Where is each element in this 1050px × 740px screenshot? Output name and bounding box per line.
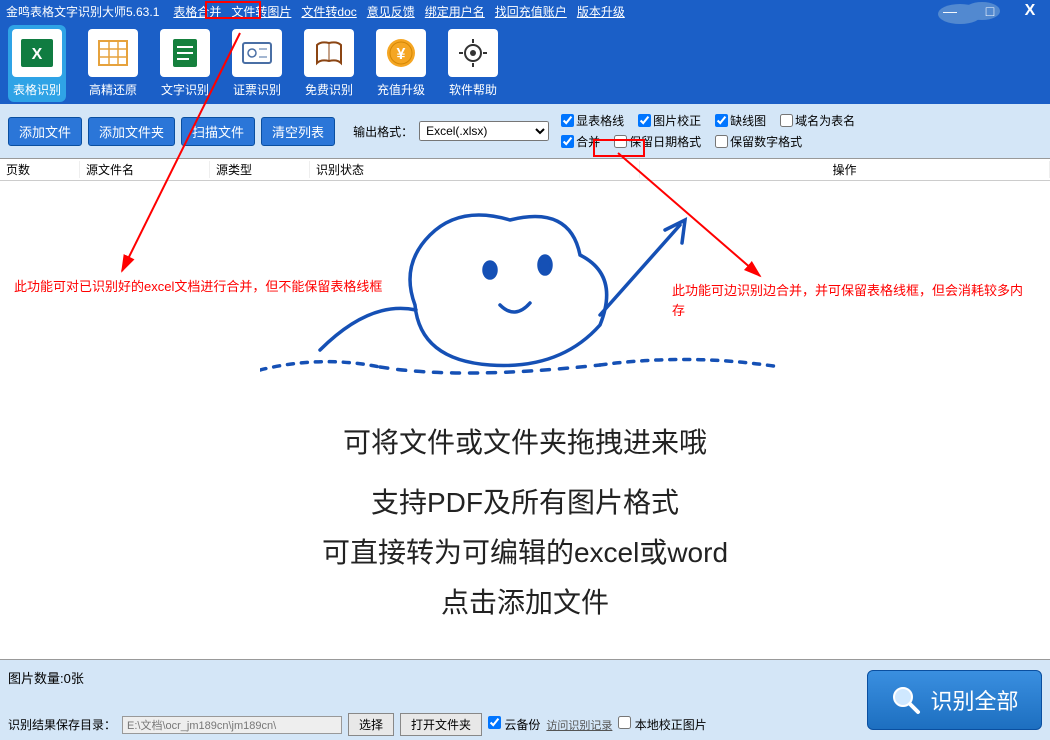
- col-pages: 页数: [0, 161, 80, 178]
- add-file-button[interactable]: 添加文件: [8, 117, 82, 146]
- window-controls: — □ X: [930, 0, 1050, 22]
- col-operation: 操作: [640, 161, 1050, 178]
- footer: 图片数量:0张 识别结果保存目录： 选择 打开文件夹 云备份 访问识别记录 本地…: [0, 659, 1050, 740]
- annotation-left: 此功能可对已识别好的excel文档进行合并，但不能保留表格线框: [14, 277, 464, 297]
- check-keep-date[interactable]: 保留日期格式: [614, 133, 701, 150]
- select-dir-button[interactable]: 选择: [348, 713, 394, 736]
- menu-file-to-image[interactable]: 文件转图片: [227, 3, 295, 20]
- gear-icon: [448, 29, 498, 77]
- ribbon-recharge[interactable]: ¥ 充值升级: [376, 29, 426, 98]
- hint-line-3: 可直接转为可编辑的excel或word: [0, 531, 1050, 571]
- minimize-button[interactable]: —: [930, 0, 970, 22]
- ribbon-free-ocr[interactable]: 免费识别: [304, 29, 354, 98]
- check-domain-sheet[interactable]: 域名为表名: [780, 112, 855, 129]
- open-folder-button[interactable]: 打开文件夹: [400, 713, 482, 736]
- grid-icon: [88, 29, 138, 77]
- coin-icon: ¥: [376, 29, 426, 77]
- annotation-right: 此功能可边识别边合并，并可保留表格线框，但会消耗较多内存: [672, 281, 1032, 320]
- col-status: 识别状态: [310, 161, 640, 178]
- hint-line-2: 支持PDF及所有图片格式: [0, 481, 1050, 521]
- add-folder-button[interactable]: 添加文件夹: [88, 117, 175, 146]
- doc-icon: [160, 29, 210, 77]
- menu-feedback[interactable]: 意见反馈: [363, 3, 419, 20]
- hint-line-4: 点击添加文件: [0, 581, 1050, 621]
- app-title: 金鸣表格文字识别大师5.63.1: [6, 3, 159, 20]
- ribbon-hd-restore[interactable]: 高精还原: [88, 29, 138, 98]
- menu-merge-tables[interactable]: 表格合并: [169, 3, 225, 20]
- svg-text:X: X: [32, 46, 43, 63]
- menu-upgrade[interactable]: 版本升级: [573, 3, 629, 20]
- ribbon-text-ocr[interactable]: 文字识别: [160, 29, 210, 98]
- scan-file-button[interactable]: 扫描文件: [181, 117, 255, 146]
- hint-line-1: 可将文件或文件夹拖拽进来哦: [0, 421, 1050, 461]
- ribbon-help[interactable]: 软件帮助: [448, 29, 498, 98]
- close-button[interactable]: X: [1010, 0, 1050, 22]
- magnifier-icon: [890, 684, 922, 716]
- check-local-correct[interactable]: 本地校正图片: [618, 716, 706, 733]
- menu-file-to-doc[interactable]: 文件转doc: [297, 3, 360, 20]
- save-dir-input[interactable]: [122, 716, 342, 734]
- title-bar: 金鸣表格文字识别大师5.63.1 表格合并 文件转图片 文件转doc 意见反馈 …: [0, 0, 1050, 22]
- col-source: 源文件名: [80, 161, 210, 178]
- save-dir-label: 识别结果保存目录：: [8, 716, 116, 733]
- check-keep-number[interactable]: 保留数字格式: [715, 133, 802, 150]
- toolbar: 添加文件 添加文件夹 扫描文件 清空列表 输出格式： Excel(.xlsx) …: [0, 104, 1050, 159]
- view-log-link[interactable]: 访问识别记录: [546, 717, 612, 733]
- excel-icon: X: [12, 29, 62, 77]
- maximize-button[interactable]: □: [970, 0, 1010, 22]
- col-type: 源类型: [210, 161, 310, 178]
- menu-bar: 表格合并 文件转图片 文件转doc 意见反馈 绑定用户名 找回充值账户 版本升级: [169, 3, 628, 20]
- check-fill-line[interactable]: 缺线图: [715, 112, 766, 129]
- ribbon-table-ocr[interactable]: X 表格识别: [8, 25, 66, 102]
- menu-bind-user[interactable]: 绑定用户名: [421, 3, 489, 20]
- book-icon: [304, 29, 354, 77]
- drop-area[interactable]: 此功能可对已识别好的excel文档进行合并，但不能保留表格线框 此功能可边识别边…: [0, 181, 1050, 659]
- output-format-select[interactable]: Excel(.xlsx): [419, 121, 549, 141]
- table-header: 页数 源文件名 源类型 识别状态 操作: [0, 159, 1050, 181]
- menu-recover-account[interactable]: 找回充值账户: [491, 3, 571, 20]
- id-icon: [232, 29, 282, 77]
- check-image-correct[interactable]: 图片校正: [638, 112, 701, 129]
- check-show-grid[interactable]: 显表格线: [561, 112, 624, 129]
- clear-list-button[interactable]: 清空列表: [261, 117, 335, 146]
- ribbon-cert-ocr[interactable]: 证票识别: [232, 29, 282, 98]
- ribbon: X 表格识别 高精还原 文字识别 证票识别 免费识别 ¥ 充值升级 软件帮助: [0, 22, 1050, 104]
- check-merge[interactable]: 合并: [561, 133, 600, 150]
- check-cloud-backup[interactable]: 云备份: [488, 716, 540, 733]
- output-format-label: 输出格式：: [353, 123, 413, 140]
- svg-text:¥: ¥: [397, 46, 406, 63]
- recognize-all-button[interactable]: 识别全部: [867, 670, 1042, 730]
